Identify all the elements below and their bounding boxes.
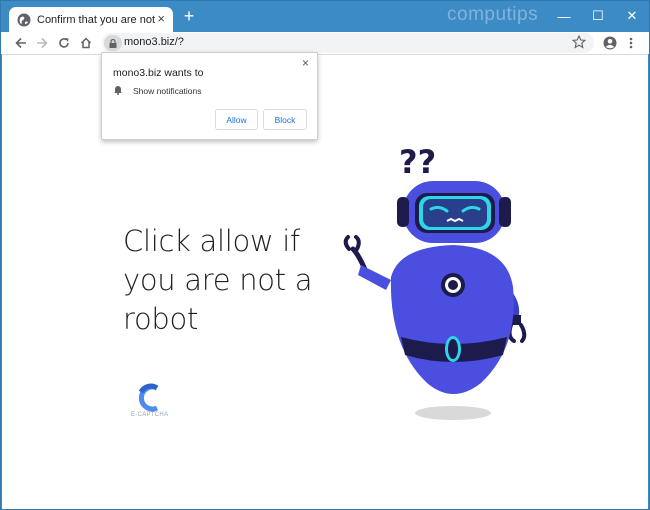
- profile-icon[interactable]: [601, 34, 619, 52]
- new-tab-button[interactable]: +: [180, 7, 198, 25]
- allow-button[interactable]: Allow: [215, 109, 258, 130]
- popup-title: mono3.biz wants to: [113, 67, 204, 79]
- home-icon[interactable]: [77, 34, 95, 52]
- title-bar: Confirm that you are not a robot × + com…: [1, 1, 649, 32]
- page-headline: Click allow if you are not a robot: [123, 222, 353, 339]
- robot-illustration: ??: [343, 143, 527, 420]
- permission-text: Show notifications: [133, 86, 202, 96]
- lock-icon[interactable]: [104, 35, 122, 51]
- watermark: computips: [447, 4, 539, 25]
- svg-text:??: ??: [399, 143, 436, 181]
- captcha-logo-text: E-CAPTCHA: [131, 412, 169, 418]
- notification-permission-popup: mono3.biz wants to × Show notifications …: [101, 52, 318, 140]
- menu-kebab-icon[interactable]: [622, 34, 640, 52]
- bell-icon: [114, 86, 122, 95]
- page-content: Click allow if you are not a robot E-CAP…: [2, 54, 648, 509]
- popup-close-icon[interactable]: ×: [302, 56, 309, 70]
- headline-line: you are not a: [123, 263, 313, 297]
- headline-line: robot: [123, 302, 199, 336]
- tab-title: Confirm that you are not a robot: [37, 13, 157, 26]
- maximize-button[interactable]: ☐: [581, 1, 615, 31]
- reload-icon[interactable]: [55, 34, 73, 52]
- url-text: mono3.biz/?: [124, 36, 184, 48]
- block-button[interactable]: Block: [263, 109, 307, 130]
- close-tab-icon[interactable]: ×: [157, 11, 165, 27]
- minimize-button[interactable]: —: [547, 1, 581, 31]
- globe-icon: [17, 13, 31, 26]
- browser-window: Confirm that you are not a robot × + com…: [0, 0, 650, 510]
- toolbar: mono3.biz/?: [1, 32, 649, 54]
- forward-icon[interactable]: [33, 34, 51, 52]
- back-icon[interactable]: [12, 34, 30, 52]
- address-bar[interactable]: mono3.biz/?: [102, 33, 594, 53]
- browser-tab[interactable]: Confirm that you are not a robot ×: [9, 7, 173, 32]
- headline-line: Click allow if: [123, 224, 300, 258]
- bookmark-star-icon[interactable]: [572, 35, 586, 49]
- close-window-button[interactable]: ✕: [615, 1, 649, 31]
